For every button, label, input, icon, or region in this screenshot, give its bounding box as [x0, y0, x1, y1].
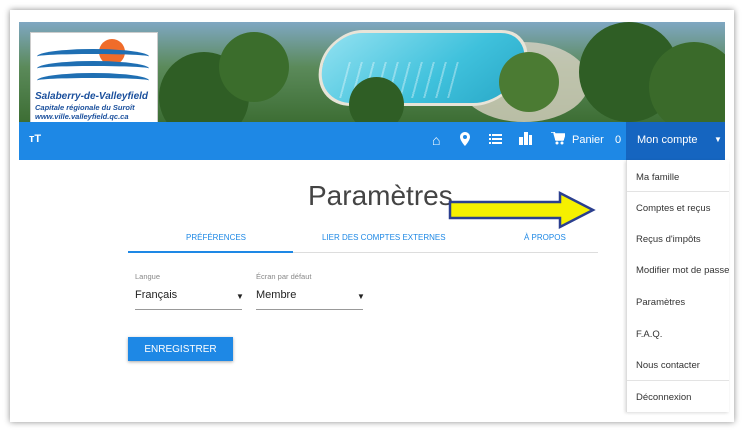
tab-preferences[interactable]: Préférences [186, 233, 246, 242]
banner-tree [499, 52, 559, 112]
menu-item-contact-us[interactable]: Nous contacter [636, 360, 700, 371]
menu-divider [627, 191, 729, 192]
save-button[interactable]: ENREGISTRER [128, 337, 233, 361]
default-screen-label: Écran par défaut [256, 272, 312, 281]
city-logo[interactable]: Salaberry-de-Valleyfield Capitale région… [30, 32, 158, 126]
top-navbar: тT ⌂ Panier 0 Mon compte ▼ [19, 122, 725, 160]
menu-item-settings[interactable]: Paramètres [636, 297, 685, 308]
language-dropdown-icon[interactable]: ▼ [236, 292, 244, 301]
language-select-underline [135, 309, 242, 310]
logo-tagline: Capitale régionale du Suroît [35, 103, 135, 112]
list-icon[interactable] [489, 132, 502, 148]
account-label: Mon compte [637, 134, 698, 146]
account-dropdown-menu: Ma famille Comptes et reçus Reçus d'impô… [626, 160, 729, 412]
logo-wave-icon [37, 73, 149, 88]
default-screen-dropdown-icon[interactable]: ▼ [357, 292, 365, 301]
account-menu-button[interactable]: Mon compte ▼ [626, 122, 725, 160]
home-icon[interactable]: ⌂ [432, 132, 440, 148]
text-size-icon[interactable]: тT [29, 133, 41, 145]
cart-label[interactable]: Panier [572, 134, 604, 146]
tab-link-external-accounts[interactable]: Lier des comptes externes [322, 233, 446, 242]
menu-divider [627, 380, 729, 381]
tab-about[interactable]: À propos [524, 233, 566, 242]
banner-tree [219, 32, 289, 102]
menu-item-my-family[interactable]: Ma famille [636, 172, 679, 183]
cart-icon[interactable] [551, 131, 567, 148]
menu-item-tax-receipts[interactable]: Reçus d'impôts [636, 234, 701, 245]
language-label: Langue [135, 272, 161, 281]
cart-count-badge: 0 [615, 134, 622, 146]
menu-item-change-password[interactable]: Modifier mot de passe [636, 265, 729, 276]
logo-city-name: Salaberry-de-Valleyfield [35, 91, 149, 102]
building-icon[interactable] [519, 132, 532, 148]
annotation-arrow-icon [448, 190, 596, 230]
menu-item-faq[interactable]: F.A.Q. [636, 329, 662, 340]
menu-item-logout[interactable]: Déconnexion [636, 392, 691, 403]
page-title: Paramètres [308, 180, 453, 211]
language-select[interactable]: Français [135, 289, 177, 301]
map-pin-icon[interactable] [460, 132, 470, 149]
menu-item-accounts-receipts[interactable]: Comptes et reçus [636, 203, 710, 214]
default-screen-select-underline [256, 309, 363, 310]
active-tab-indicator [128, 251, 293, 253]
chevron-down-icon: ▼ [714, 135, 722, 144]
logo-url: www.ville.valleyfield.qc.ca [35, 112, 129, 121]
default-screen-select[interactable]: Membre [256, 289, 296, 301]
